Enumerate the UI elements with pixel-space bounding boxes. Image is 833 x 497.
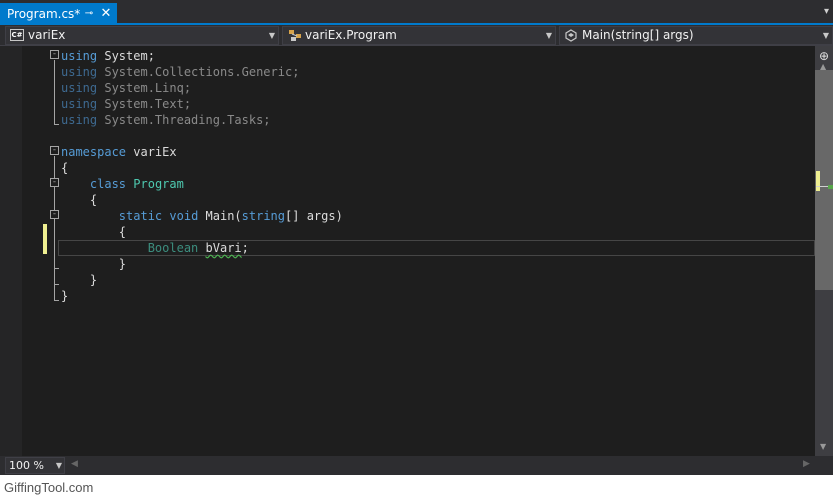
code-line[interactable]: { — [61, 160, 68, 176]
collapse-icon[interactable]: - — [50, 146, 59, 155]
outline-guide-end — [54, 124, 59, 125]
code-line[interactable]: namespace variEx — [61, 144, 177, 160]
code-line[interactable]: using System.Threading.Tasks; — [61, 112, 271, 128]
csharp-project-icon: C# — [10, 29, 24, 41]
code-line[interactable]: using System.Collections.Generic; — [61, 64, 299, 80]
code-token: } — [61, 273, 98, 287]
navigation-bar: C# variEx ▼ variEx.Program ▼ Main(string… — [0, 25, 833, 46]
code-token: { — [61, 161, 69, 175]
code-token: static — [118, 209, 163, 223]
code-token: string — [241, 209, 286, 223]
tab-title: Program.cs* — [7, 7, 81, 21]
chevron-down-icon: ▼ — [268, 31, 275, 40]
outline-guide — [54, 60, 55, 124]
code-line[interactable]: } — [61, 288, 68, 304]
code-line[interactable]: using System.Linq; — [61, 80, 191, 96]
code-token: namespace — [61, 145, 127, 159]
caret-position-marker — [816, 186, 828, 187]
code-line[interactable]: } — [61, 256, 126, 272]
code-token: class — [89, 177, 127, 191]
code-token: Program — [133, 177, 184, 191]
type-label: variEx.Program — [305, 28, 397, 42]
project-label: variEx — [28, 28, 66, 42]
code-token: [] args) — [285, 209, 343, 223]
code-token: using — [61, 97, 98, 111]
code-token: } — [61, 289, 69, 303]
code-line[interactable]: class Program — [61, 176, 184, 192]
scroll-down-icon[interactable]: ▼ — [820, 442, 826, 451]
code-line[interactable]: static void Main(string[] args) — [61, 208, 343, 224]
code-token: variEx — [126, 145, 177, 159]
split-window-icon[interactable]: ⊕ — [819, 50, 829, 62]
code-line[interactable]: { — [61, 224, 126, 240]
outline-guide-end — [54, 268, 59, 269]
code-token: using — [61, 49, 98, 63]
tab-program-cs[interactable]: Program.cs* ⊸ ✕ — [0, 3, 117, 25]
code-line[interactable]: using System; — [61, 48, 155, 64]
code-token: System.Text; — [97, 97, 192, 111]
collapse-icon[interactable]: - — [50, 210, 59, 219]
code-token: System.Collections.Generic; — [97, 65, 300, 79]
code-token: bVari — [205, 241, 242, 255]
pin-icon[interactable]: ⊸ — [82, 3, 96, 25]
code-token: Boolean — [147, 241, 199, 255]
code-line[interactable]: Boolean bVari; — [61, 240, 249, 256]
editor-bottom-bar: 100 % ▼ ◀ ▶ — [0, 456, 833, 475]
code-token: } — [61, 257, 127, 271]
code-token: using — [61, 65, 98, 79]
watermark: GiffingTool.com — [4, 480, 94, 495]
code-editor[interactable]: - - - - using System; using System.Collec… — [0, 46, 815, 456]
code-token: Main( — [198, 209, 242, 223]
code-line[interactable]: { — [61, 192, 97, 208]
code-token: System.Threading.Tasks; — [97, 113, 271, 127]
code-token: void — [169, 209, 199, 223]
member-dropdown[interactable]: Main(string[] args) ▼ — [559, 26, 833, 45]
code-token: { — [61, 225, 127, 239]
code-token: System; — [97, 49, 155, 63]
code-line[interactable]: } — [61, 272, 97, 288]
code-line[interactable]: using System.Text; — [61, 96, 191, 112]
tab-overflow-icon[interactable]: ▾ — [824, 6, 829, 17]
chevron-down-icon: ▼ — [545, 31, 552, 40]
vertical-scrollbar[interactable]: ⊕ ▲ ▼ — [815, 46, 833, 456]
outline-guide-end — [54, 284, 59, 285]
chevron-down-icon: ▼ — [822, 31, 829, 40]
code-token: { — [61, 193, 98, 207]
visual-studio-window: Program.cs* ⊸ ✕ ▾ C# variEx ▼ variEx.Pro… — [0, 0, 833, 475]
document-tab-bar: Program.cs* ⊸ ✕ ▾ — [0, 0, 833, 25]
outline-guide-end — [54, 300, 59, 301]
project-dropdown[interactable]: C# variEx ▼ — [5, 26, 279, 45]
scroll-right-icon[interactable]: ▶ — [803, 459, 810, 469]
member-label: Main(string[] args) — [582, 28, 694, 42]
indicator-margin[interactable] — [0, 46, 22, 456]
zoom-level: 100 % — [9, 459, 44, 472]
collapse-icon[interactable]: - — [50, 178, 59, 187]
code-token: ; — [241, 241, 249, 255]
unsaved-change-marker — [43, 224, 47, 254]
close-icon[interactable]: ✕ — [99, 3, 113, 25]
collapse-icon[interactable]: - — [50, 50, 59, 59]
zoom-dropdown[interactable]: 100 % ▼ — [5, 457, 65, 474]
caret-marker — [828, 185, 833, 189]
code-token: using — [61, 81, 98, 95]
method-icon — [564, 28, 580, 43]
type-dropdown[interactable]: variEx.Program ▼ — [282, 26, 556, 45]
scroll-left-icon[interactable]: ◀ — [71, 459, 78, 469]
code-token: System.Linq; — [97, 81, 192, 95]
change-marker — [816, 171, 820, 191]
code-token: using — [61, 113, 98, 127]
chevron-down-icon: ▼ — [55, 461, 62, 470]
class-icon — [287, 28, 303, 43]
